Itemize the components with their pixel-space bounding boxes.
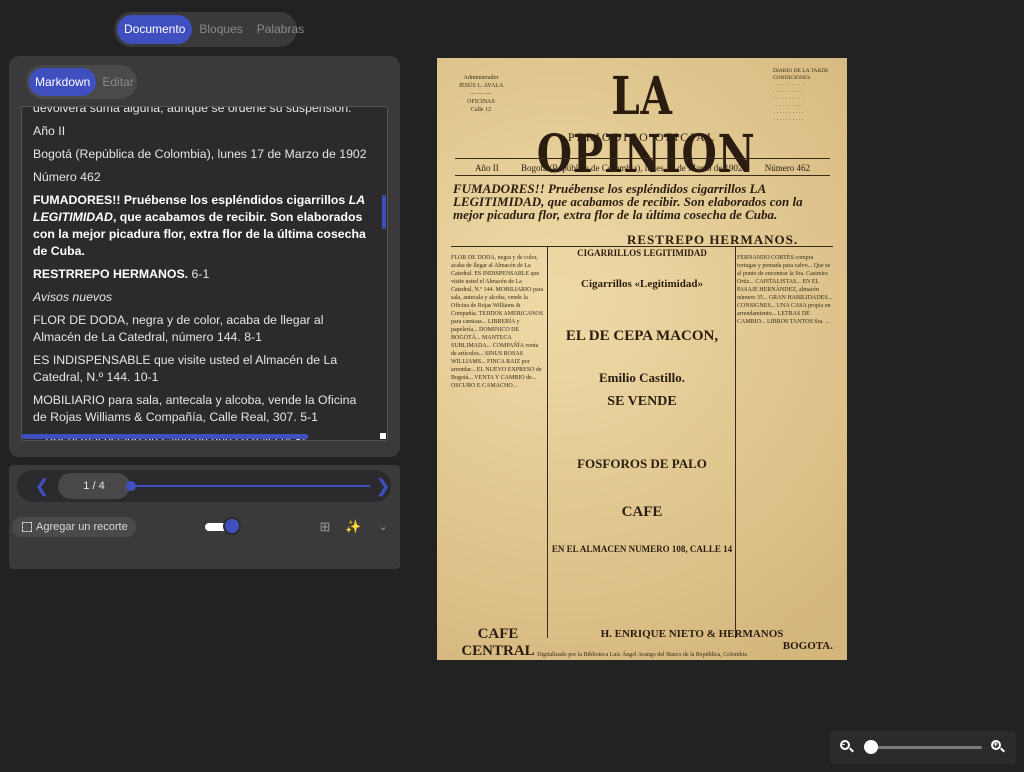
text-line: devolverá suma alguna, aunque se ordene …: [33, 106, 352, 115]
crop-icon: [22, 522, 32, 532]
toggle-knob: [223, 517, 241, 535]
year: Año II: [475, 163, 499, 173]
zoom-in-icon[interactable]: +: [990, 739, 1006, 755]
tab-bloques[interactable]: Bloques: [192, 15, 249, 44]
pager-panel: ❮ 1 / 4 ❯ Agregar un recorte ⊞ ✨ ⌄: [9, 465, 400, 569]
text-line: Avisos nuevos: [33, 289, 373, 306]
resize-corner[interactable]: [380, 433, 386, 439]
zoom-controls: - +: [830, 731, 1016, 764]
zoom-out-icon[interactable]: -: [839, 739, 855, 755]
app-root: Documento Bloques Palabras Markdown Edit…: [0, 0, 1024, 772]
bold-text: FUMADORES!! Pruébense los espléndidos ci…: [33, 193, 349, 207]
ad-heading: FOSFOROS DE PALO: [577, 456, 707, 471]
page-indicator: 1 / 4: [58, 473, 130, 499]
date: Bogotá (República de Colombia), lunes 17…: [521, 163, 743, 173]
vertical-scrollbar[interactable]: [382, 195, 386, 229]
chevron-right-icon[interactable]: ❯: [372, 475, 394, 497]
ad-heading: Emilio Castillo.: [599, 370, 685, 385]
column-rule: [547, 246, 548, 638]
text-panel: Markdown Editar devolverá suma alguna, a…: [9, 56, 400, 457]
text-line: RESTRREPO HERMANOS. 6-1: [33, 266, 373, 283]
magic-wand-icon[interactable]: ✨: [345, 519, 361, 535]
text-line: FUMADORES!! Pruébense los espléndidos ci…: [33, 192, 373, 260]
zoom-slider-handle[interactable]: [864, 740, 878, 754]
italic-text: Avisos nuevos: [33, 290, 113, 304]
column-text: FLOR DE DODA, negra y de color, acaba de…: [451, 255, 544, 389]
text-line: ES INDISPENSABLE que visite usted el Alm…: [33, 353, 338, 384]
ad-heading: Cigarrillos «Legitimidad»: [581, 278, 703, 290]
ad-heading: SE VENDE: [607, 394, 677, 409]
dateline: Año II Bogotá (República de Colombia), l…: [455, 158, 830, 176]
ad-heading: CAFE: [621, 504, 663, 520]
publisher-box: Administrador JESÚS L. AYALA — — — OFICINAS…: [458, 75, 504, 113]
add-page-icon[interactable]: ⊞: [317, 519, 333, 535]
tab-markdown[interactable]: Markdown: [29, 68, 97, 96]
text-line: FLOR DE DODA, negra y de color, acaba de…: [33, 313, 324, 344]
editor-mode-tabs: Markdown Editar: [26, 65, 137, 99]
add-crop-button[interactable]: Agregar un recorte: [12, 517, 136, 537]
horizontal-scrollbar[interactable]: [22, 434, 308, 439]
issue-number: Número 462: [764, 163, 810, 173]
markdown-content: devolverá suma alguna, aunque se ordene …: [33, 106, 373, 440]
page-navigator: ❮ 1 / 4 ❯: [17, 470, 391, 502]
ad-heading: EN EL ALMACEN NUMERO 108, CALLE 14: [551, 544, 733, 554]
tab-editar[interactable]: Editar: [96, 68, 139, 96]
row-rule: [451, 246, 833, 247]
document-image[interactable]: Administrador JESÚS L. AYALA — — — OFICINAS…: [437, 58, 847, 660]
page-slider-track[interactable]: [130, 485, 370, 487]
view-mode-tabs: Documento Bloques Palabras: [114, 12, 304, 47]
digitization-credit: Digitalizado por la Biblioteca Luis Ánge…: [537, 652, 747, 658]
sidebar-box: DIARIO DE LA TARDE CONDICIONES · · · · · ·…: [773, 68, 829, 123]
page-slider-handle[interactable]: [126, 481, 136, 491]
column-rule: [735, 246, 736, 638]
text-line: Número 462: [33, 170, 101, 184]
text-line: Bogotá (República de Colombia), lunes 17…: [33, 147, 367, 161]
ad-heading: BOGOTA.: [782, 640, 833, 652]
chevron-left-icon[interactable]: ❮: [31, 475, 53, 497]
overlay-toggle[interactable]: [205, 517, 241, 535]
chevron-down-icon[interactable]: ⌄: [375, 519, 391, 535]
bold-text: RESTRREPO HERMANOS.: [33, 267, 189, 281]
add-crop-label: Agregar un recorte: [36, 521, 128, 533]
ad-heading: H. ENRIQUE NIETO & HERMANOS: [600, 628, 784, 640]
text-line: MOBILIARIO para sala, antecala y alcoba,…: [33, 393, 357, 424]
markdown-preview[interactable]: devolverá suma alguna, aunque se ordene …: [21, 106, 388, 441]
plain-text: 6-1: [188, 267, 210, 281]
ad-heading: CIGARRILLOS LEGITIMIDAD: [577, 248, 707, 258]
tab-documento[interactable]: Documento: [117, 15, 193, 44]
zoom-slider-track[interactable]: [868, 746, 982, 749]
headline-ad: FUMADORES!! Pruébense los espléndidos ci…: [453, 181, 803, 222]
column-text: FERNANDO CORTÉS compra tortugas y pomada…: [737, 255, 833, 325]
newspaper-subhead: PERIODICO OFICIAL: [567, 130, 717, 144]
tab-palabras[interactable]: Palabras: [250, 15, 311, 44]
ad-heading: EL DE CEPA MACON,: [565, 328, 719, 344]
text-line: Año II: [33, 124, 66, 138]
